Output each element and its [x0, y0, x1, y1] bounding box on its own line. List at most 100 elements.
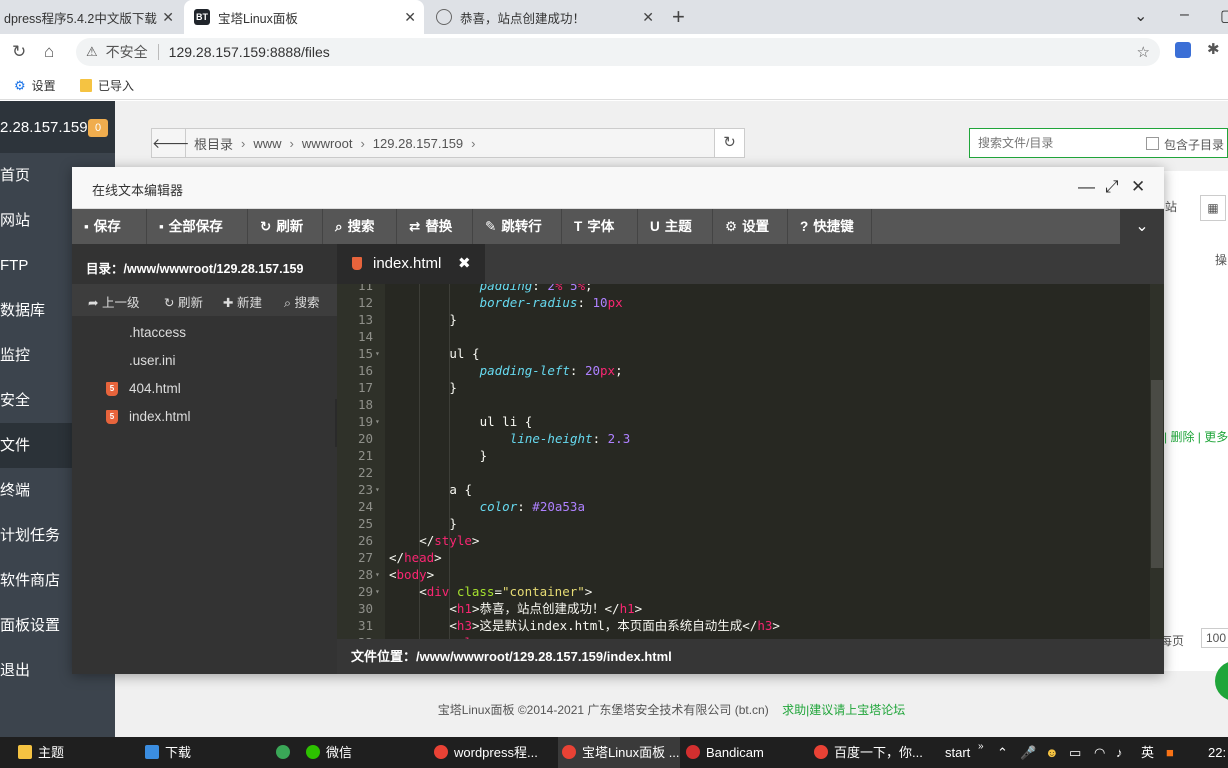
- smiley-icon[interactable]: ☻: [1045, 737, 1059, 768]
- file-search-input[interactable]: [978, 136, 1138, 150]
- maximize-icon[interactable]: ⤢: [1105, 177, 1119, 197]
- fold-arrow-icon[interactable]: ▾: [375, 481, 380, 498]
- tree-refresh-button[interactable]: ↻ 刷新: [164, 292, 203, 311]
- replace-button[interactable]: ⇄ 替换: [397, 209, 473, 244]
- code-token: px: [607, 295, 623, 310]
- browser-tab-wordpress[interactable]: dpress程序5.4.2中文版下载 ✕: [0, 0, 182, 34]
- volume-icon[interactable]: ♪: [1116, 737, 1123, 768]
- taskbar-item-downloads[interactable]: 下载: [145, 737, 255, 768]
- shortcuts-button[interactable]: ? 快捷键: [788, 209, 872, 244]
- minimize-icon[interactable]: —: [1078, 177, 1095, 197]
- taskbar-item-wechat[interactable]: 微信: [306, 737, 416, 768]
- chevron-right-icon[interactable]: »: [978, 737, 984, 768]
- fold-arrow-icon[interactable]: ▾: [375, 566, 380, 583]
- omnibox[interactable]: ⚠ 不安全 129.28.157.159:8888/files ☆: [76, 38, 1160, 66]
- notification-badge[interactable]: 0: [88, 119, 108, 137]
- maximize-icon[interactable]: ▢: [1220, 6, 1228, 26]
- theme-button[interactable]: U 主题: [638, 209, 713, 244]
- chevron-down-icon[interactable]: ⌄: [1120, 209, 1164, 244]
- peek-actions-text[interactable]: | 删除 | 更多: [1164, 428, 1228, 445]
- wifi-icon[interactable]: ◠: [1094, 737, 1105, 768]
- code-line: </head>: [389, 549, 442, 566]
- file-item-user-ini[interactable]: .user.ini: [72, 347, 337, 375]
- paw-extension-icon[interactable]: [1175, 42, 1191, 58]
- microphone-icon[interactable]: 🎤: [1020, 737, 1036, 768]
- new-tab-icon[interactable]: +: [672, 4, 685, 30]
- save-button[interactable]: ▪ 保存: [72, 209, 147, 244]
- clock[interactable]: 22:: [1208, 737, 1226, 768]
- start-toolbar[interactable]: start: [945, 737, 970, 768]
- close-icon[interactable]: ✕: [1131, 177, 1145, 197]
- go-up-button[interactable]: ➦ 上一级: [88, 292, 139, 311]
- close-tab-icon[interactable]: ✖: [458, 244, 471, 284]
- font-button[interactable]: T 字体: [562, 209, 638, 244]
- save-icon: ▪: [84, 219, 89, 234]
- close-icon[interactable]: ✕: [404, 9, 416, 26]
- settings-button[interactable]: ⚙ 设置: [713, 209, 788, 244]
- goto-line-button[interactable]: ✎ 跳转行: [473, 209, 562, 244]
- code-token: h3: [456, 618, 472, 633]
- line-number: 29: [357, 584, 373, 599]
- fold-arrow-icon[interactable]: ▾: [375, 583, 380, 600]
- search-button[interactable]: ⌕ 搜索: [323, 209, 397, 244]
- file-item-index-html[interactable]: 5 index.html: [72, 403, 337, 431]
- input-language[interactable]: 英: [1141, 737, 1154, 768]
- taskbar-item-theme[interactable]: 主题: [18, 737, 128, 768]
- footer-help-link[interactable]: 求助|建议请上宝塔论坛: [782, 703, 905, 717]
- breadcrumb-item[interactable]: www: [245, 136, 289, 151]
- editor-tab-label: index.html: [373, 255, 442, 272]
- tray-up-icon[interactable]: ⌃: [997, 737, 1008, 768]
- code-token: h3: [757, 618, 773, 633]
- line-number: 21: [357, 448, 373, 463]
- refresh-button[interactable]: ↻ 刷新: [248, 209, 323, 244]
- save-all-button[interactable]: ▪ 全部保存: [147, 209, 248, 244]
- browser-tab-site-success[interactable]: 恭喜，站点创建成功！ ✕: [426, 0, 662, 34]
- bookmark-star-icon[interactable]: ☆: [1137, 43, 1150, 61]
- code-token: %: [554, 284, 570, 293]
- taskbar-item-chrome-baidu[interactable]: 百度一下，你...: [814, 737, 924, 768]
- reload-icon[interactable]: ↻: [12, 42, 26, 62]
- input-method-icon[interactable]: ■: [1166, 737, 1174, 768]
- code-line: a {: [449, 481, 472, 498]
- network-icon[interactable]: ▭: [1069, 737, 1081, 768]
- code-line: <h3>这是默认index.html，本页面由系统自动生成</h3>: [449, 617, 780, 634]
- refresh-icon[interactable]: ↻: [714, 129, 744, 157]
- grid-view-icon[interactable]: ▦: [1200, 195, 1226, 221]
- minimize-icon[interactable]: –: [1180, 6, 1189, 24]
- include-subdir-checkbox[interactable]: [1146, 137, 1159, 150]
- bookmark-imported[interactable]: 已导入: [80, 77, 134, 94]
- home-icon[interactable]: ⌂: [44, 42, 54, 62]
- bookmark-settings[interactable]: ⚙ 设置: [14, 77, 56, 94]
- breadcrumb-item[interactable]: wwwroot: [294, 136, 361, 151]
- close-icon[interactable]: ✕: [642, 9, 654, 26]
- fold-arrow-icon[interactable]: ▾: [375, 345, 380, 362]
- back-arrow-icon[interactable]: 🡐: [152, 129, 190, 157]
- scrollbar-thumb[interactable]: [1151, 380, 1163, 568]
- taskbar-item-app[interactable]: [276, 737, 298, 768]
- code-token: line-height: [509, 431, 593, 446]
- tree-search-button[interactable]: ⌕ 搜索: [284, 292, 320, 311]
- editor-tab-index-html[interactable]: index.html ✖: [337, 244, 485, 284]
- code-token: #20a53a: [532, 499, 585, 514]
- file-item-404-html[interactable]: 5 404.html: [72, 375, 337, 403]
- breadcrumb-item[interactable]: 129.28.157.159: [365, 136, 471, 151]
- fold-arrow-icon[interactable]: ▾: [375, 413, 380, 430]
- taskbar-item-chrome-wordpress[interactable]: wordpress程...: [434, 737, 554, 768]
- code-editor[interactable]: 11 12 13 14 15 ▾ 16 17 18 19 ▾ 20 21 22 23 ▾ 24 25 26 27 28 ▾…: [337, 284, 1164, 639]
- taskbar-item-chrome-bt[interactable]: 宝塔Linux面板 ...: [558, 737, 680, 768]
- browser-tab-bt-panel[interactable]: BT 宝塔Linux面板 ✕: [184, 0, 424, 34]
- puzzle-extension-icon[interactable]: ✱: [1207, 40, 1223, 58]
- close-icon[interactable]: ✕: [162, 9, 174, 26]
- taskbar-item-bandicam[interactable]: Bandicam: [686, 737, 806, 768]
- new-file-button[interactable]: ✚ 新建: [223, 292, 262, 311]
- vertical-scrollbar[interactable]: [1150, 284, 1164, 639]
- html5-file-icon: 5: [106, 382, 118, 396]
- code-token: >这是默认index.html，本页面由系统自动生成</: [471, 618, 758, 633]
- breadcrumb-item[interactable]: 根目录: [186, 134, 241, 153]
- line-number: 30: [357, 601, 373, 616]
- tab-search-icon[interactable]: ⌄: [1134, 6, 1147, 26]
- file-item-htaccess[interactable]: .htaccess: [72, 319, 337, 347]
- code-token: :: [577, 295, 593, 310]
- per-page-select[interactable]: 100: [1201, 628, 1228, 648]
- code-token: padding: [479, 284, 533, 293]
